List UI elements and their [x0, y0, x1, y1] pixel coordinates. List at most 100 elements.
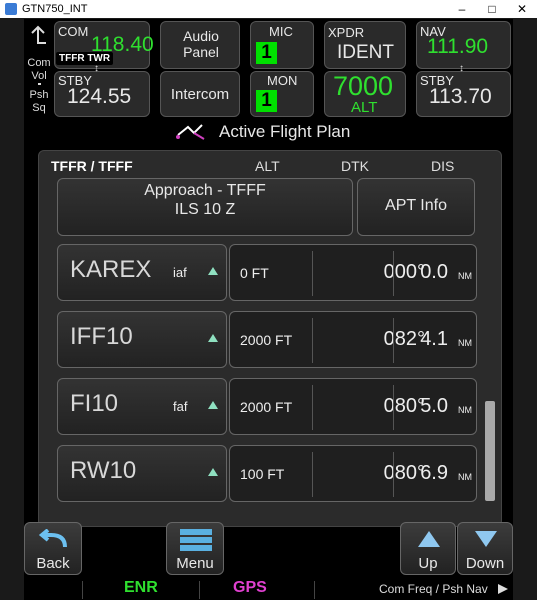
waypoint-dis: 6.9: [420, 462, 448, 484]
apt-info-button[interactable]: APT Info: [357, 178, 475, 236]
waypoint-tag: faf: [173, 399, 188, 414]
waypoint-button-karex[interactable]: KAREX iaf: [57, 244, 227, 301]
waypoint-data-row[interactable]: 2000 FT 080° 5.0 NM: [229, 378, 477, 435]
up-button[interactable]: Up: [400, 522, 456, 575]
nav-standby-box[interactable]: STBY 113.70: [416, 71, 511, 117]
divider: [312, 385, 313, 430]
divider: [314, 581, 315, 599]
flight-plan-panel: TFFR / TFFF ALT DTK DIS Approach - TFFF …: [38, 150, 502, 527]
com-label: COM: [58, 24, 89, 39]
waypoint-dis-unit: NM: [458, 405, 472, 415]
waypoint-alt: 100 FT: [240, 466, 285, 482]
waypoint-name: IFF10: [70, 323, 133, 350]
col-dtk-header: DTK: [341, 158, 369, 174]
window-title: GTN750_INT: [22, 3, 88, 15]
xpdr-label: XPDR: [328, 25, 365, 40]
mon-label: MON: [267, 73, 298, 88]
arrow-back-icon: [31, 25, 46, 44]
xpdr-code-button[interactable]: 7000 ALT: [324, 71, 406, 117]
page-title: Active Flight Plan: [219, 122, 351, 141]
col-dis-header: DIS: [431, 158, 455, 174]
gtn-screen: Com Vol Psh Sq COM 118.40 TFFR TWR STBY …: [24, 19, 513, 600]
nav-stby-freq: 113.70: [429, 85, 492, 108]
divider: [312, 318, 313, 363]
triangle-up-icon: [208, 468, 218, 476]
waypoint-dis-unit: NM: [458, 472, 472, 482]
com-station-tag: TFFR TWR: [56, 52, 114, 65]
intercom-label: Intercom: [170, 86, 230, 103]
mic-label: MIC: [269, 24, 293, 39]
waypoint-dis: 5.0: [420, 395, 448, 417]
close-button[interactable]: ✕: [507, 0, 537, 18]
waypoint-dis: 0.0: [420, 261, 448, 283]
mic-value: 1: [256, 42, 277, 64]
divider: [393, 385, 394, 430]
divider: [312, 251, 313, 296]
divider: [393, 452, 394, 497]
approach-line2: ILS 10 Z: [174, 201, 236, 218]
divider: [199, 581, 200, 599]
triangle-up-icon: [208, 267, 218, 275]
approach-line1: Approach - TFFF: [144, 182, 266, 199]
col-alt-header: ALT: [255, 158, 280, 174]
back-label: Back: [36, 555, 70, 572]
triangle-up-icon: [208, 334, 218, 342]
divider: [82, 581, 83, 599]
nav-active-box[interactable]: NAV 111.90: [416, 21, 511, 69]
intercom-button[interactable]: Intercom: [160, 71, 240, 117]
menu-button[interactable]: Menu: [166, 522, 224, 575]
com-standby-box[interactable]: STBY 124.55: [54, 71, 150, 117]
waypoint-dis: 4.1: [420, 328, 448, 350]
minimize-button[interactable]: –: [447, 0, 477, 18]
waypoint-dis-unit: NM: [458, 338, 472, 348]
waypoint-alt: 0 FT: [240, 265, 269, 281]
nav-swap-arrows-icon: ↕: [459, 63, 464, 74]
xpdr-ident-button[interactable]: XPDR IDENT: [324, 21, 406, 69]
gps-indicator: GPS: [233, 579, 267, 596]
waypoint-button-rw10[interactable]: RW10: [57, 445, 227, 502]
divider: [38, 83, 41, 85]
approach-button[interactable]: Approach - TFFF ILS 10 Z: [57, 178, 353, 236]
arrow-down-icon: [475, 531, 497, 547]
swap-arrows-icon: ↕: [94, 63, 99, 74]
waypoint-name: RW10: [70, 457, 137, 484]
play-arrow-icon: [498, 584, 508, 594]
up-label: Up: [418, 555, 438, 572]
waypoint-data-row[interactable]: 0 FT 000° 0.0 NM: [229, 244, 477, 301]
window-titlebar: GTN750_INT – □ ✕: [0, 0, 537, 18]
menu-icon: [180, 529, 212, 551]
mic-button[interactable]: MIC 1: [250, 21, 314, 69]
xpdr-ident-label: IDENT: [337, 42, 394, 63]
waypoint-data-row[interactable]: 100 FT 080° 6.9 NM: [229, 445, 477, 502]
arrow-up-icon: [418, 531, 440, 547]
psh-sq-label: Psh Sq: [29, 89, 49, 114]
waypoint-tag: iaf: [173, 265, 187, 280]
app-icon: [5, 3, 17, 15]
com-stby-freq: 124.55: [67, 85, 132, 108]
status-bar: ENR GPS Com Freq / Psh Nav: [24, 579, 513, 600]
apt-info-label: APT Info: [385, 197, 447, 214]
waypoint-button-fi10[interactable]: FI10 faf: [57, 378, 227, 435]
nav-active-freq: 111.90: [427, 35, 489, 58]
mon-button[interactable]: MON 1: [250, 71, 314, 117]
waypoint-name: KAREX: [70, 256, 152, 283]
waypoint-name: FI10: [70, 390, 119, 417]
audio-panel-button[interactable]: Audio Panel: [160, 21, 240, 69]
scrollbar-thumb[interactable]: [485, 401, 495, 501]
down-label: Down: [465, 555, 505, 572]
waypoint-button-iff10[interactable]: IFF10: [57, 311, 227, 368]
flight-plan-icon: [176, 124, 205, 140]
back-button[interactable]: Back: [24, 522, 82, 575]
waypoint-alt: 2000 FT: [240, 399, 293, 415]
waypoint-data-row[interactable]: 2000 FT 082° 4.1 NM: [229, 311, 477, 368]
down-button[interactable]: Down: [457, 522, 513, 575]
back-arrow-icon: [38, 529, 67, 548]
waypoint-alt: 2000 FT: [240, 332, 293, 348]
maximize-button[interactable]: □: [477, 0, 507, 18]
menu-label: Menu: [176, 555, 214, 572]
com-vol-area[interactable]: Com Vol Psh Sq: [24, 21, 54, 117]
audio-panel-label: Audio Panel: [183, 28, 219, 60]
enr-indicator: ENR: [124, 579, 158, 596]
divider: [393, 251, 394, 296]
knob-hint: Com Freq / Psh Nav: [379, 582, 488, 596]
